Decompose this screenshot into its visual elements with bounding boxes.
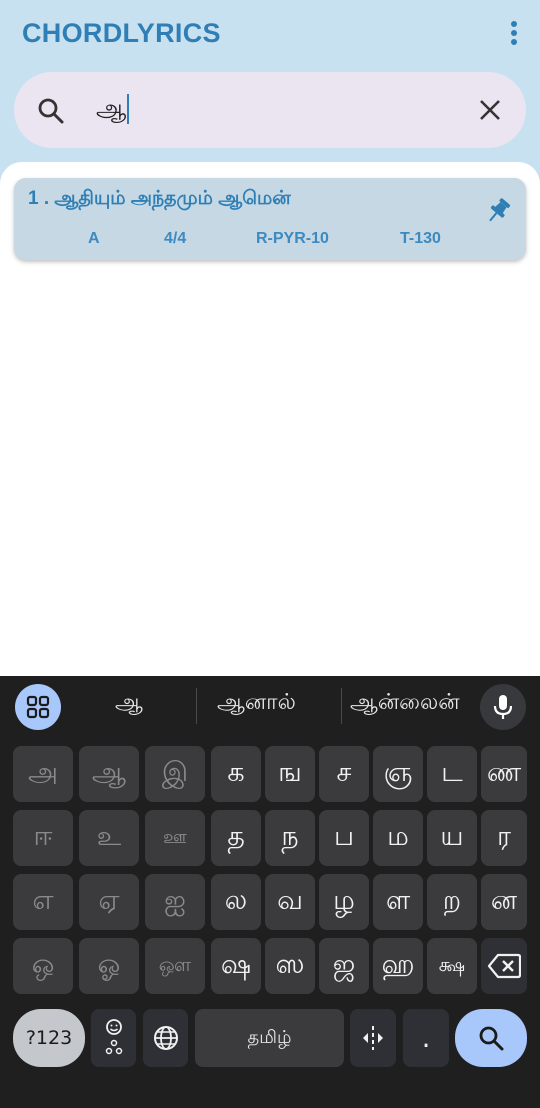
key-tta[interactable]: ட [427,746,477,802]
key-oo[interactable]: ஓ [79,938,139,994]
globe-icon[interactable] [143,1009,188,1067]
key-ii[interactable]: ஈ [13,810,73,866]
key-ja[interactable]: ஜ [319,938,369,994]
results-list: 1 . ஆதியும் அந்தமும் ஆமென் A 4/4 R-PYR-1… [0,162,540,676]
suggestion-divider [341,688,342,724]
search-bar[interactable]: ஆ [14,72,526,148]
key-ksha[interactable]: க்ஷ [427,938,477,994]
key-nna[interactable]: ண [481,746,527,802]
search-input[interactable]: ஆ [96,94,130,125]
key-lla[interactable]: ள [373,874,423,930]
text-caret [127,94,130,124]
song-tempo: T-130 [400,230,441,247]
key-nya[interactable]: ஞ [373,746,423,802]
symbols-key[interactable]: ?123 [13,1009,85,1067]
song-key: A [88,230,100,247]
key-ai[interactable]: ஐ [145,874,205,930]
period-key[interactable]: . [403,1009,449,1067]
pin-icon[interactable] [486,196,512,226]
key-ra[interactable]: ர [481,810,527,866]
suggestion-1[interactable]: ஆ [115,690,143,718]
microphone-icon[interactable] [480,684,526,730]
search-submit-icon[interactable] [455,1009,527,1067]
key-ee[interactable]: ஏ [79,874,139,930]
key-aa[interactable]: ஆ [79,746,139,802]
suggestion-2[interactable]: ஆனால் [217,690,296,718]
key-rra[interactable]: ற [427,874,477,930]
key-ka[interactable]: க [211,746,261,802]
song-title: 1 . ஆதியும் அந்தமும் ஆமென் [28,188,291,209]
key-ca[interactable]: ச [319,746,369,802]
backspace-icon[interactable] [481,938,527,994]
key-e[interactable]: எ [13,874,73,930]
list-item[interactable]: 1 . ஆதியும் அந்தமும் ஆமென் A 4/4 R-PYR-1… [14,178,526,260]
cursor-move-icon[interactable] [350,1009,396,1067]
key-ya[interactable]: ய [427,810,477,866]
space-key[interactable]: தமிழ் [195,1009,344,1067]
close-icon[interactable] [478,98,502,122]
search-query: ஆ [96,94,127,122]
more-options-icon[interactable] [504,18,524,50]
key-zha[interactable]: ழ [319,874,369,930]
on-screen-keyboard: ஆ ஆனால் ஆன்லைன் அ ஆ இ க ங ச ஞ ட ண ஈ உ ஊ … [0,676,540,1108]
key-o[interactable]: ஒ [13,938,73,994]
key-nnna[interactable]: ன [481,874,527,930]
key-pa[interactable]: ப [319,810,369,866]
app-bar: CHORDLYRICS ஆ [0,0,540,160]
key-uu[interactable]: ஊ [145,810,205,866]
key-u[interactable]: உ [79,810,139,866]
suggestion-divider [196,688,197,724]
apps-grid-icon[interactable] [15,684,61,730]
emoji-icon[interactable] [91,1009,136,1067]
key-nga[interactable]: ங [265,746,315,802]
key-va[interactable]: வ [265,874,315,930]
song-rhythm: R-PYR-10 [256,230,329,247]
key-sa[interactable]: ஸ [265,938,315,994]
suggestion-3[interactable]: ஆன்லைன் [350,690,460,718]
key-la[interactable]: ல [211,874,261,930]
key-ha[interactable]: ஹ [373,938,423,994]
key-na[interactable]: ந [265,810,315,866]
key-ssa[interactable]: ஷ [211,938,261,994]
key-i[interactable]: இ [145,746,205,802]
key-ta[interactable]: த [211,810,261,866]
suggestion-strip: ஆ ஆனால் ஆன்லைன் [0,676,540,738]
key-au[interactable]: ஔ [145,938,205,994]
song-time-signature: 4/4 [164,230,187,247]
key-a[interactable]: அ [13,746,73,802]
app-title: CHORDLYRICS [22,18,221,48]
key-ma[interactable]: ம [373,810,423,866]
search-icon [38,98,64,124]
